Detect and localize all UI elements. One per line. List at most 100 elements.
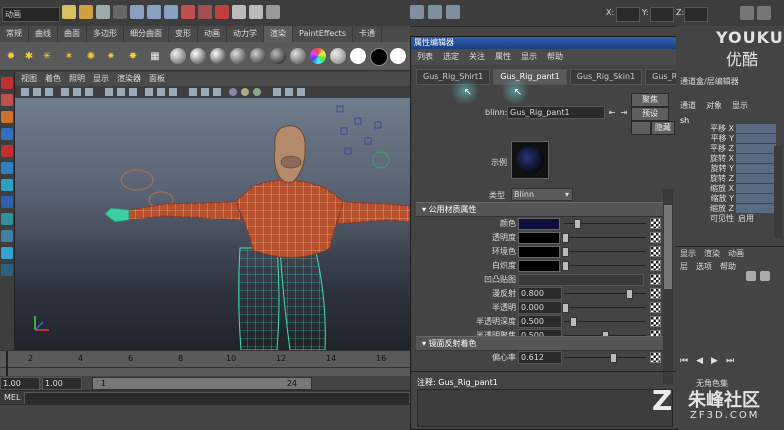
- channel-value-field[interactable]: [736, 164, 776, 173]
- white-material-icon[interactable]: [390, 48, 406, 64]
- shelf-tab-polygons[interactable]: 多边形: [87, 26, 124, 42]
- ipr-render-icon[interactable]: [249, 5, 263, 19]
- layout-four-icon[interactable]: [1, 230, 13, 242]
- spot-light-icon[interactable]: ✱: [22, 49, 36, 63]
- ae-menu-selected[interactable]: 选定: [443, 49, 459, 65]
- layout-single-icon[interactable]: [1, 213, 13, 225]
- outliner-layout-icon[interactable]: [1, 264, 13, 276]
- attribute-slider-handle[interactable]: [626, 289, 633, 299]
- attribute-slider-handle[interactable]: [562, 233, 569, 243]
- channel-menu-show[interactable]: 显示: [732, 100, 748, 111]
- hypershade-icon[interactable]: ▦: [148, 49, 162, 63]
- layout-side-icon[interactable]: [1, 247, 13, 259]
- attribute-slider-track[interactable]: [564, 293, 646, 294]
- channel-value-field[interactable]: [736, 204, 776, 213]
- shelf-tab-curves[interactable]: 曲线: [29, 26, 58, 42]
- shelf-tab-subdivs[interactable]: 细分曲面: [124, 26, 169, 42]
- lambert-material-icon[interactable]: [170, 48, 186, 64]
- select-object-icon[interactable]: [147, 5, 161, 19]
- range-bar[interactable]: 1 24: [92, 377, 312, 390]
- node-name-field[interactable]: Gus_Rig_pant1: [507, 106, 605, 119]
- channel-scrollbar[interactable]: [774, 146, 782, 238]
- select-by-name-icon[interactable]: [428, 5, 442, 19]
- render-settings-icon[interactable]: [266, 5, 280, 19]
- channel-value-field[interactable]: [736, 134, 776, 143]
- attribute-slider-track[interactable]: [564, 237, 646, 238]
- channel-menu-object[interactable]: 对象: [706, 100, 722, 111]
- select-component-icon[interactable]: [164, 5, 178, 19]
- viewport-menu-panels[interactable]: 面板: [149, 72, 165, 86]
- ae-menu-help[interactable]: 帮助: [547, 49, 563, 65]
- viewport-menu-view[interactable]: 视图: [21, 72, 37, 86]
- shelf-tab-surfaces[interactable]: 曲面: [58, 26, 87, 42]
- presets-button[interactable]: 预设: [631, 107, 669, 121]
- layered-material-icon[interactable]: [270, 48, 286, 64]
- attribute-slider-handle[interactable]: [562, 247, 569, 257]
- move-tool-icon[interactable]: [1, 128, 13, 140]
- map-button-icon[interactable]: [650, 302, 661, 313]
- ae-menu-list[interactable]: 列表: [417, 49, 433, 65]
- step-forward-icon[interactable]: ⏭: [726, 356, 734, 366]
- camera-icon[interactable]: ✸: [126, 49, 140, 63]
- scale-tool-icon[interactable]: [1, 162, 13, 174]
- layer-tab-display[interactable]: 显示: [680, 248, 696, 259]
- manipulator-tool-icon[interactable]: [1, 179, 13, 191]
- shelf-tab-deformation[interactable]: 变形: [169, 26, 198, 42]
- ae-menu-show[interactable]: 显示: [521, 49, 537, 65]
- section-common-material-attributes[interactable]: ▾ 公用材质属性: [416, 202, 670, 217]
- attribute-slider-track[interactable]: [564, 357, 646, 358]
- channel-value-field[interactable]: [736, 184, 776, 193]
- channel-row[interactable]: 平移 Y: [676, 134, 784, 144]
- channel-row[interactable]: 旋转 X: [676, 154, 784, 164]
- viewport-toolbar-icons[interactable]: [15, 86, 410, 98]
- ambient-light-icon[interactable]: ✺: [84, 49, 98, 63]
- z-field[interactable]: [684, 7, 708, 22]
- layer-tab-render[interactable]: 渲染: [704, 248, 720, 259]
- surface-shader-icon[interactable]: [330, 48, 346, 64]
- type-dropdown[interactable]: Blinn ▾: [511, 188, 573, 201]
- attribute-slider-handle[interactable]: [610, 353, 617, 363]
- menu-set-dropdown[interactable]: 动画: [2, 7, 60, 22]
- rename-icon[interactable]: [446, 5, 460, 19]
- layer-menu-layers[interactable]: 层: [680, 261, 688, 272]
- play-forward-icon[interactable]: ▶: [711, 356, 718, 366]
- channel-row[interactable]: 旋转 Y: [676, 164, 784, 174]
- shelf-tab-dynamics[interactable]: 动力学: [227, 26, 264, 42]
- attribute-value-field[interactable]: 0.500: [518, 315, 562, 328]
- snap-curve-icon[interactable]: [198, 5, 212, 19]
- channel-row[interactable]: 平移 Z: [676, 144, 784, 154]
- current-time-marker[interactable]: [6, 351, 8, 377]
- notes-field[interactable]: [417, 389, 673, 427]
- viewport-menu-shading[interactable]: 着色: [45, 72, 61, 86]
- layer-tab-anim[interactable]: 动画: [728, 248, 744, 259]
- channel-row-visibility[interactable]: 可见性 启用: [676, 214, 784, 224]
- input-line-icon[interactable]: [410, 5, 424, 19]
- channel-row[interactable]: 缩放 X: [676, 184, 784, 194]
- blinn-material-icon[interactable]: [190, 48, 206, 64]
- map-button-icon[interactable]: [650, 260, 661, 271]
- attribute-value-field[interactable]: 0.000: [518, 301, 562, 314]
- open-scene-icon[interactable]: [79, 5, 93, 19]
- color-swatch[interactable]: [518, 260, 560, 272]
- shelf-tab-rendering[interactable]: 渲染: [264, 26, 293, 42]
- save-scene-icon[interactable]: [96, 5, 110, 19]
- ae-menu-attributes[interactable]: 属性: [495, 49, 511, 65]
- point-light-icon[interactable]: ✹: [4, 49, 18, 63]
- step-back-icon[interactable]: ◀: [696, 356, 703, 366]
- go-to-start-icon[interactable]: ⏮: [680, 356, 688, 366]
- map-button-icon[interactable]: [650, 232, 661, 243]
- scrollbar-thumb[interactable]: [664, 205, 672, 289]
- start-time-field[interactable]: 1.00: [0, 377, 40, 390]
- volume-light-icon[interactable]: ✷: [104, 49, 118, 63]
- paint-tool-icon[interactable]: [1, 111, 13, 123]
- hide-button[interactable]: 隐藏: [651, 121, 675, 135]
- map-button-icon[interactable]: [650, 316, 661, 327]
- color-swatch[interactable]: [518, 218, 560, 230]
- attribute-value-field[interactable]: 0.612: [518, 351, 562, 364]
- area-light-icon[interactable]: ✶: [62, 49, 76, 63]
- channel-value-field[interactable]: [736, 194, 776, 203]
- shelf-tab-general[interactable]: 常规: [0, 26, 29, 42]
- shelf-tab-painteffects[interactable]: PaintEffects: [293, 26, 353, 42]
- playback-start-field[interactable]: 1.00: [42, 377, 82, 390]
- perspective-viewport[interactable]: [15, 98, 410, 350]
